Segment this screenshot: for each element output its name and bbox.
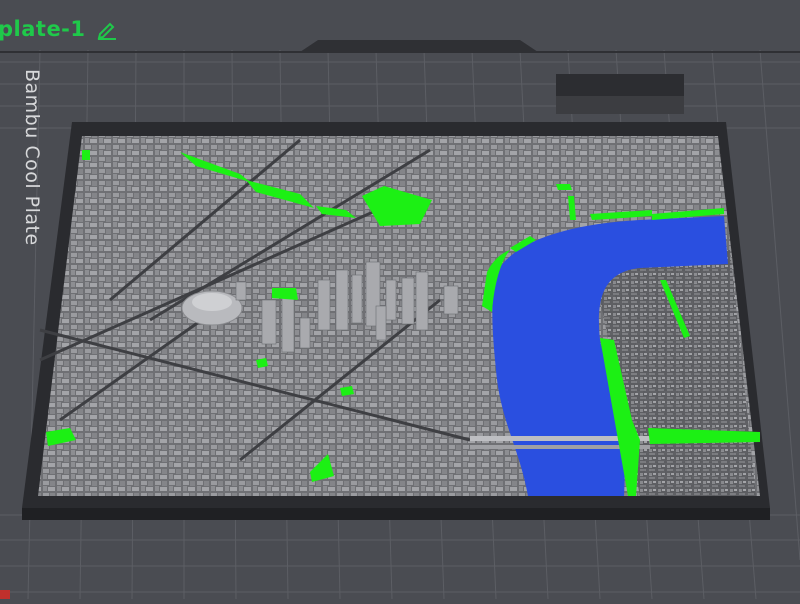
- purge-block[interactable]: [556, 74, 684, 114]
- build-plate-scene[interactable]: [0, 0, 800, 600]
- axis-marker: [0, 590, 10, 599]
- 3d-viewport[interactable]: plate-1 Bambu Cool Plate: [0, 0, 800, 600]
- city-map-model[interactable]: [38, 136, 760, 496]
- plate-tab: [300, 40, 538, 52]
- plate-type-label: Bambu Cool Plate: [21, 69, 43, 246]
- plate-name[interactable]: plate-1: [0, 17, 86, 41]
- plate-name-label[interactable]: plate-1: [0, 14, 118, 44]
- pencil-icon[interactable]: [96, 18, 118, 40]
